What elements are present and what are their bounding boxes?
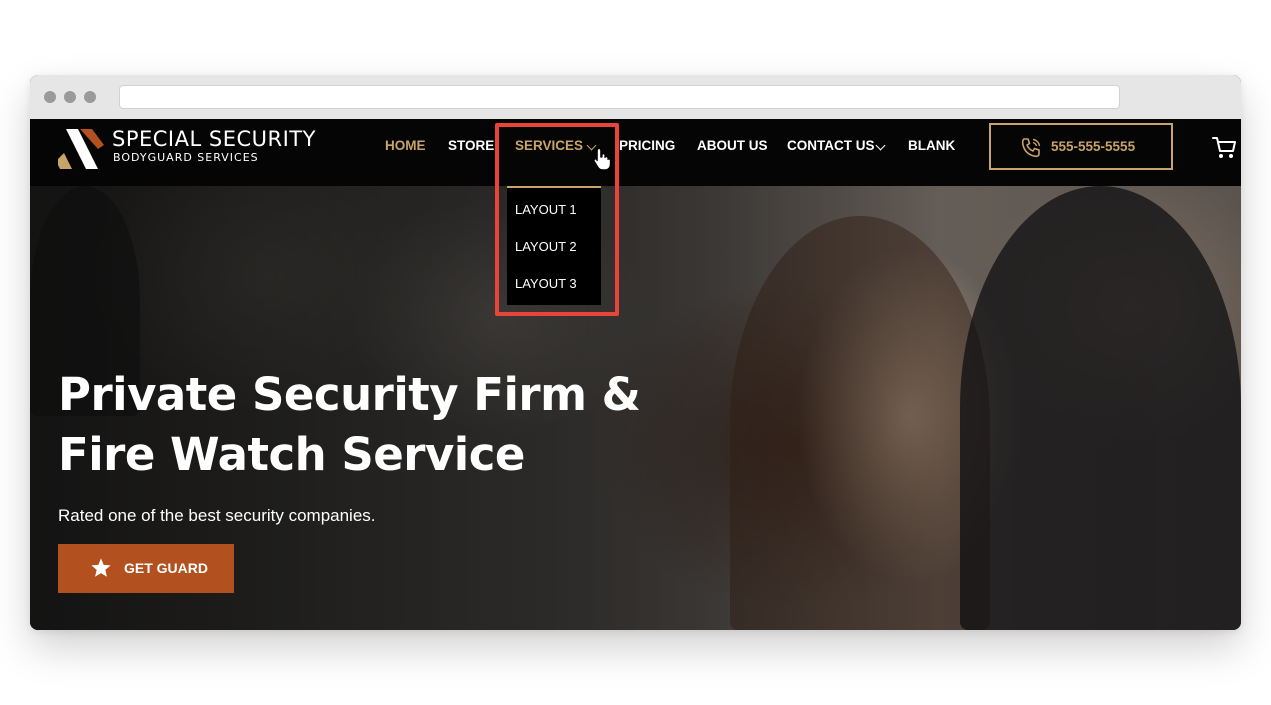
hero-subtitle: Rated one of the best security companies… — [58, 506, 376, 525]
browser-window: SPECIAL SECURITY BODYGUARD SERVICES HOME… — [30, 75, 1241, 630]
brand-subtitle: BODYGUARD SERVICES — [113, 151, 259, 164]
bodyguard-figure — [960, 186, 1241, 630]
window-minimize-dot[interactable] — [64, 91, 76, 103]
phone-button[interactable]: 555-555-5555 — [989, 123, 1173, 170]
website: SPECIAL SECURITY BODYGUARD SERVICES HOME… — [30, 119, 1241, 630]
phone-number: 555-555-5555 — [1051, 139, 1136, 154]
nav-home[interactable]: HOME — [385, 138, 426, 153]
nav-contact-us[interactable]: CONTACT US — [787, 138, 875, 153]
hand-pointer-cursor-icon — [593, 147, 611, 171]
browser-toolbar — [30, 75, 1241, 119]
nav-services[interactable]: SERVICES — [515, 138, 583, 153]
get-guard-label: GET GUARD — [124, 560, 208, 576]
dropdown-item-layout-2[interactable]: LAYOUT 2 — [515, 239, 577, 254]
logo-icon[interactable] — [58, 125, 106, 169]
cart-icon[interactable] — [1211, 134, 1237, 160]
address-bar[interactable] — [119, 85, 1120, 109]
nav-blank[interactable]: BLANK — [908, 138, 955, 153]
services-dropdown-menu: LAYOUT 1 LAYOUT 2 LAYOUT 3 — [507, 186, 601, 305]
nav-store[interactable]: STORE — [448, 138, 494, 153]
get-guard-button[interactable]: GET GUARD — [58, 544, 234, 593]
site-header: SPECIAL SECURITY BODYGUARD SERVICES HOME… — [30, 119, 1241, 186]
hero-title: Private Security Firm & Fire Watch Servi… — [58, 368, 641, 481]
dropdown-item-layout-1[interactable]: LAYOUT 1 — [515, 202, 577, 217]
phone-icon — [1021, 138, 1041, 158]
nav-about-us[interactable]: ABOUT US — [697, 138, 768, 153]
window-maximize-dot[interactable] — [84, 91, 96, 103]
nav-pricing[interactable]: PRICING — [619, 138, 675, 153]
contact-chevron-down-icon[interactable] — [875, 140, 886, 151]
dropdown-item-layout-3[interactable]: LAYOUT 3 — [515, 276, 577, 291]
star-icon — [91, 558, 111, 577]
woman-figure — [730, 216, 990, 630]
brand-title[interactable]: SPECIAL SECURITY — [112, 127, 316, 151]
window-close-dot[interactable] — [44, 91, 56, 103]
